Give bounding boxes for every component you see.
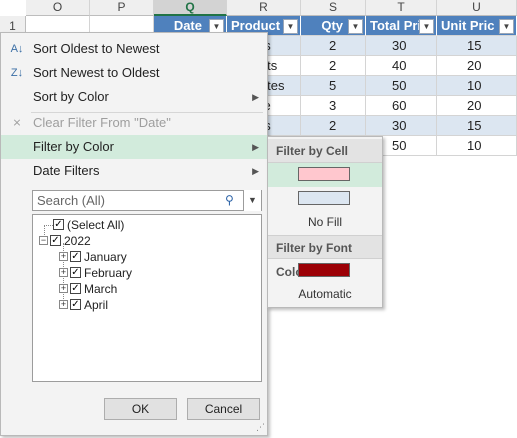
cell-color-option-no-fill[interactable]: No Fill — [268, 211, 382, 235]
date-filters[interactable]: Date Filters ▶ — [1, 159, 267, 183]
column-header-o[interactable]: O — [26, 0, 90, 16]
submenu-arrow-icon: ▶ — [252, 166, 259, 176]
sort-oldest-to-newest[interactable]: A↓ Sort Oldest to Newest — [1, 37, 267, 61]
no-fill-label: No Fill — [307, 215, 342, 229]
header-product-label: Product — [231, 18, 281, 33]
filter-dropdown-qty[interactable]: ▼ — [348, 19, 363, 34]
table-row-cell[interactable]: 50 — [366, 76, 437, 96]
header-unit-price-label: Unit Pric — [441, 18, 495, 33]
table-row-cell[interactable]: 15 — [437, 116, 517, 136]
font-color-option-automatic[interactable]: Automatic — [268, 283, 382, 307]
header-unit-price[interactable]: Unit Pric ▼ — [437, 16, 517, 36]
cell-color-option-blue[interactable] — [268, 187, 382, 211]
column-header-s[interactable]: S — [301, 0, 366, 16]
table-row-cell[interactable]: 15 — [437, 36, 517, 56]
collapse-icon[interactable]: − — [39, 236, 48, 246]
clear-filter[interactable]: ⨯ Clear Filter From "Date" — [1, 111, 267, 135]
checkbox[interactable]: ✓ — [70, 299, 81, 311]
month-label: March — [84, 282, 118, 296]
filter-dropdown-total-price[interactable]: ▼ — [419, 19, 434, 34]
table-row-cell[interactable]: 60 — [366, 96, 437, 116]
sort-ascending-icon: A↓ — [10, 43, 24, 55]
expand-icon[interactable]: + — [59, 300, 68, 310]
expand-icon[interactable]: + — [59, 252, 68, 262]
clear-filter-icon: ⨯ — [12, 117, 22, 129]
font-color-option-darkred[interactable] — [268, 259, 382, 283]
tree-item-month[interactable]: + ✓ February — [59, 265, 132, 281]
checkbox[interactable]: ✓ — [70, 283, 81, 295]
color-swatch — [298, 167, 350, 181]
sort-newest-label: Sort Newest to Oldest — [33, 65, 160, 80]
column-header-p[interactable]: P — [90, 0, 154, 16]
search-placeholder: Search (All) — [37, 193, 105, 208]
filter-by-cell-color-header: Filter by Cell Color — [268, 139, 382, 182]
submenu-arrow-icon: ▶ — [252, 142, 259, 152]
table-row-cell[interactable]: 3 — [301, 96, 366, 116]
header-date-label: Date — [173, 18, 202, 33]
clear-filter-label: Clear Filter From "Date" — [33, 115, 171, 130]
tree-item-month[interactable]: + ✓ January — [59, 249, 127, 265]
cancel-button[interactable]: Cancel — [187, 398, 260, 420]
table-row-cell[interactable]: 40 — [366, 56, 437, 76]
column-header-r[interactable]: R — [227, 0, 301, 16]
filter-by-color-submenu: Filter by Cell Color No Fill Filter by F… — [267, 136, 383, 308]
month-label: February — [84, 266, 133, 280]
autofilter-panel: A↓ Sort Oldest to Newest Z↓ Sort Newest … — [0, 32, 268, 436]
filter-dropdown-product[interactable]: ▼ — [283, 19, 298, 34]
filter-dropdown-unit-price[interactable]: ▼ — [499, 19, 514, 34]
color-swatch — [298, 263, 350, 277]
filter-by-color[interactable]: Filter by Color ▶ — [1, 135, 267, 159]
tree-item-select-all[interactable]: ✓ (Select All) — [53, 217, 124, 233]
date-filters-label: Date Filters — [33, 163, 100, 178]
table-row-cell[interactable]: 10 — [437, 76, 517, 96]
header-qty[interactable]: Qty ▼ — [301, 16, 366, 36]
table-row-cell[interactable]: 20 — [437, 96, 517, 116]
tree-item-month[interactable]: + ✓ April — [59, 297, 108, 313]
filter-values-tree[interactable]: ✓ (Select All) − ✓ 2022 + ✓ January + ✓ Februar… — [32, 214, 262, 382]
month-label: January — [84, 250, 127, 264]
year-label: 2022 — [64, 234, 91, 248]
table-row-cell[interactable]: 20 — [437, 56, 517, 76]
sort-oldest-label: Sort Oldest to Newest — [33, 41, 160, 56]
expand-icon[interactable]: + — [59, 284, 68, 294]
tree-item-year[interactable]: − ✓ 2022 — [39, 233, 91, 249]
checkbox[interactable]: ✓ — [50, 235, 61, 247]
table-row-cell[interactable]: 2 — [301, 36, 366, 56]
sort-by-color[interactable]: Sort by Color ▶ — [1, 85, 267, 109]
sort-newest-to-oldest[interactable]: Z↓ Sort Newest to Oldest — [1, 61, 267, 85]
column-header-u[interactable]: U — [437, 0, 517, 16]
search-icon[interactable]: ⚲ — [225, 191, 241, 210]
table-row-cell[interactable]: 2 — [301, 56, 366, 76]
table-row-cell[interactable]: 5 — [301, 76, 366, 96]
table-row-cell[interactable]: 30 — [366, 36, 437, 56]
table-row-cell[interactable]: 10 — [437, 136, 517, 156]
header-total-price[interactable]: Total Pri ▼ — [366, 16, 437, 36]
table-row-cell[interactable]: 2 — [301, 116, 366, 136]
header-total-price-label: Total Pri — [370, 18, 422, 33]
month-label: April — [84, 298, 109, 312]
sort-descending-icon: Z↓ — [10, 67, 24, 79]
submenu-arrow-icon: ▶ — [252, 92, 259, 102]
checkbox[interactable]: ✓ — [70, 267, 81, 279]
color-swatch — [298, 191, 350, 205]
cell-color-option-pink[interactable] — [268, 163, 382, 187]
resize-grip-icon[interactable]: ⋰ — [256, 422, 265, 433]
search-dropdown-button[interactable]: ▼ — [243, 190, 261, 211]
filter-by-font-color-header: Filter by Font Color — [268, 235, 382, 279]
checkbox[interactable]: ✓ — [53, 219, 64, 231]
checkbox[interactable]: ✓ — [70, 251, 81, 263]
automatic-label: Automatic — [298, 287, 352, 301]
ok-button[interactable]: OK — [104, 398, 177, 420]
select-all-label: (Select All) — [67, 218, 125, 232]
table-row-cell[interactable]: 30 — [366, 116, 437, 136]
search-input[interactable]: Search (All) ⚲ ▼ — [32, 190, 262, 211]
filter-by-color-label: Filter by Color — [33, 139, 114, 154]
sort-by-color-label: Sort by Color — [33, 89, 109, 104]
tree-item-month[interactable]: + ✓ March — [59, 281, 117, 297]
column-header-t[interactable]: T — [366, 0, 437, 16]
expand-icon[interactable]: + — [59, 268, 68, 278]
header-qty-label: Qty — [321, 18, 343, 33]
column-header-q[interactable]: Q — [154, 0, 227, 16]
